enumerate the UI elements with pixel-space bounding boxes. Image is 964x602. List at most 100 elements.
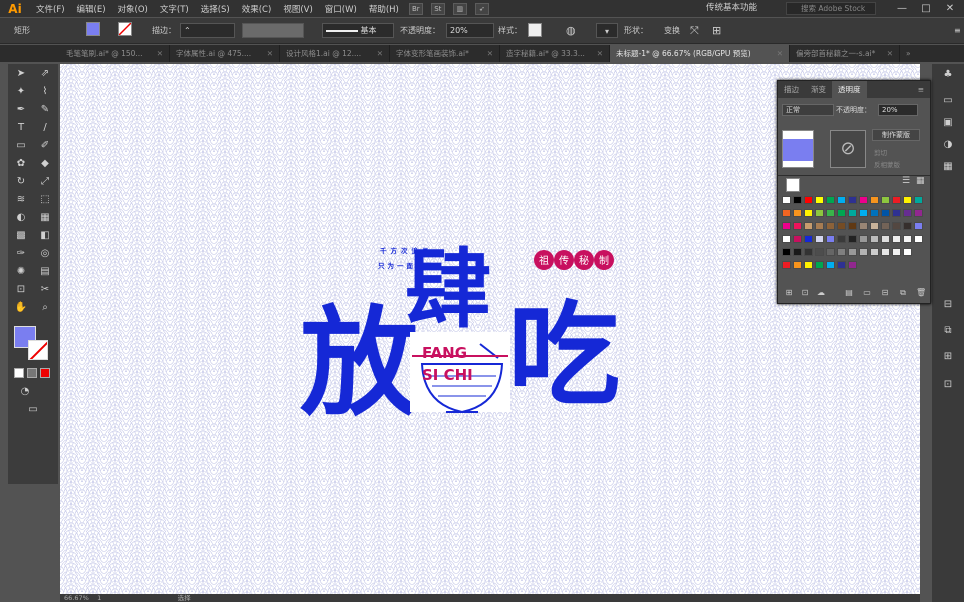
document-tab-active[interactable]: 未标题-1* @ 66.67% (RGB/GPU 预览) ✕ [610,45,790,62]
close-icon[interactable]: ✕ [597,45,603,62]
free-transform-tool[interactable]: ⬚ [34,192,56,208]
maximize-button[interactable]: □ [914,0,938,17]
curvature-tool[interactable]: ✎ [34,102,56,118]
selection-tool[interactable]: ➤ [10,66,32,82]
color-swatch[interactable] [870,248,879,256]
zoom-tool[interactable]: ⌕ [34,300,56,316]
color-swatch[interactable] [782,222,791,230]
hand-tool[interactable]: ✋ [10,300,32,316]
panel-menu-icon[interactable]: ≡ [912,81,930,98]
color-swatch[interactable] [826,222,835,230]
document-tab[interactable]: 设计风格1.ai @ 12.... ✕ [280,45,390,62]
club-icon[interactable]: ♣ [940,68,956,82]
color-mode-icon[interactable] [14,368,24,378]
close-icon[interactable]: ✕ [777,45,783,62]
rotate-tool[interactable]: ↻ [10,174,32,190]
align-to-select[interactable]: ▾ [596,23,618,38]
perspective-tool[interactable]: ▦ [34,210,56,226]
blend-mode-select[interactable]: 正常 [782,104,834,116]
color-swatch[interactable] [837,261,846,269]
color-swatch[interactable] [892,222,901,230]
transform-icon[interactable]: ⤧ [690,23,699,38]
color-swatch[interactable] [826,261,835,269]
color-swatch[interactable] [870,222,879,230]
color-swatch[interactable] [804,235,813,243]
color-swatch[interactable] [881,222,890,230]
panel-opacity-field[interactable]: 20% [878,104,918,116]
color-swatch[interactable] [793,261,802,269]
lasso-tool[interactable]: ⌇ [34,84,56,100]
color-swatch[interactable] [848,209,857,217]
color-swatch[interactable] [782,235,791,243]
delete-swatch-icon[interactable]: 🗑 [916,288,926,297]
document-tab[interactable]: 字体属性.ai @ 475.... ✕ [170,45,280,62]
color-swatch[interactable] [870,196,879,204]
document-tab[interactable]: 字体变形笔画装饰.ai* ✕ [390,45,500,62]
scale-tool[interactable]: ⤢ [34,174,56,190]
color-swatch[interactable] [837,209,846,217]
list-view-icon[interactable]: ☰ [902,176,910,186]
color-swatch[interactable] [859,222,868,230]
color-swatch[interactable] [881,235,890,243]
transform-icon[interactable]: ⊞ [940,350,956,364]
close-icon[interactable]: ✕ [377,45,383,62]
color-swatch[interactable] [859,248,868,256]
color-swatch[interactable] [914,235,923,243]
shape-builder-tool[interactable]: ◐ [10,210,32,226]
swatches-icon[interactable]: ▦ [940,160,956,174]
screen-mode-icon[interactable]: ▭ [22,402,44,418]
color-swatch[interactable] [826,235,835,243]
column-graph-tool[interactable]: ▤ [34,264,56,280]
color-swatch[interactable] [782,196,791,204]
show-swatch-kinds-icon[interactable]: ☁ [816,288,826,297]
color-swatch[interactable] [892,248,901,256]
grid-view-icon[interactable]: ▦ [916,176,925,186]
color-swatch[interactable] [903,222,912,230]
artboards-icon[interactable]: ⊡ [940,378,956,392]
tab-gradient[interactable]: 渐变 [805,81,832,98]
gpu-performance-icon[interactable]: ➶ [474,2,489,15]
line-tool[interactable]: / [34,120,56,136]
align-icon[interactable]: ⊟ [940,298,956,312]
tab-stroke[interactable]: 描边 [778,81,805,98]
color-swatch[interactable] [859,196,868,204]
gradient-mode-icon[interactable] [27,368,37,378]
stroke-swatch[interactable] [118,22,132,36]
close-button[interactable]: ✕ [938,0,962,17]
color-swatch[interactable] [815,261,824,269]
menu-window[interactable]: 窗口(W) [319,3,363,15]
transform-button[interactable]: 变换 [664,23,680,38]
brush-definition-select[interactable]: 基本 [322,23,394,38]
properties-icon[interactable]: ▣ [940,116,956,130]
color-swatch[interactable] [892,209,901,217]
color-swatch[interactable] [848,235,857,243]
document-tab[interactable]: 毛笔笔刷.ai* @ 150... ✕ [60,45,170,62]
draw-mode-icon[interactable]: ◔ [14,384,36,400]
color-swatch[interactable] [837,196,846,204]
color-swatch[interactable] [870,235,879,243]
color-swatch[interactable] [804,196,813,204]
clip-checkbox[interactable]: 剪切 [874,147,887,157]
none-mode-icon[interactable] [40,368,50,378]
color-swatch[interactable] [914,209,923,217]
document-tab[interactable]: 造字秘籍.ai* @ 33.3... ✕ [500,45,610,62]
eraser-tool[interactable]: ◆ [34,156,56,172]
bridge-icon[interactable]: Br [408,2,423,15]
object-thumbnail[interactable] [782,130,814,168]
menu-type[interactable]: 文字(T) [154,3,195,15]
color-swatch[interactable] [782,248,791,256]
slice-tool[interactable]: ✂ [34,282,56,298]
menu-help[interactable]: 帮助(H) [363,3,405,15]
color-swatch[interactable] [804,222,813,230]
color-swatch[interactable] [837,235,846,243]
blend-tool[interactable]: ◎ [34,246,56,262]
color-swatch[interactable] [881,196,890,204]
direct-selection-tool[interactable]: ⇗ [34,66,56,82]
control-menu-icon[interactable]: ≡ [954,23,961,38]
eyedropper-tool[interactable]: ✑ [10,246,32,262]
color-swatch[interactable] [793,248,802,256]
swatch-libraries-icon[interactable]: ⊞ [784,288,794,297]
new-swatch-icon[interactable]: ⊟ [880,288,890,297]
menu-effect[interactable]: 效果(C) [236,3,278,15]
stroke-weight-field[interactable]: ⌃ [180,23,235,38]
